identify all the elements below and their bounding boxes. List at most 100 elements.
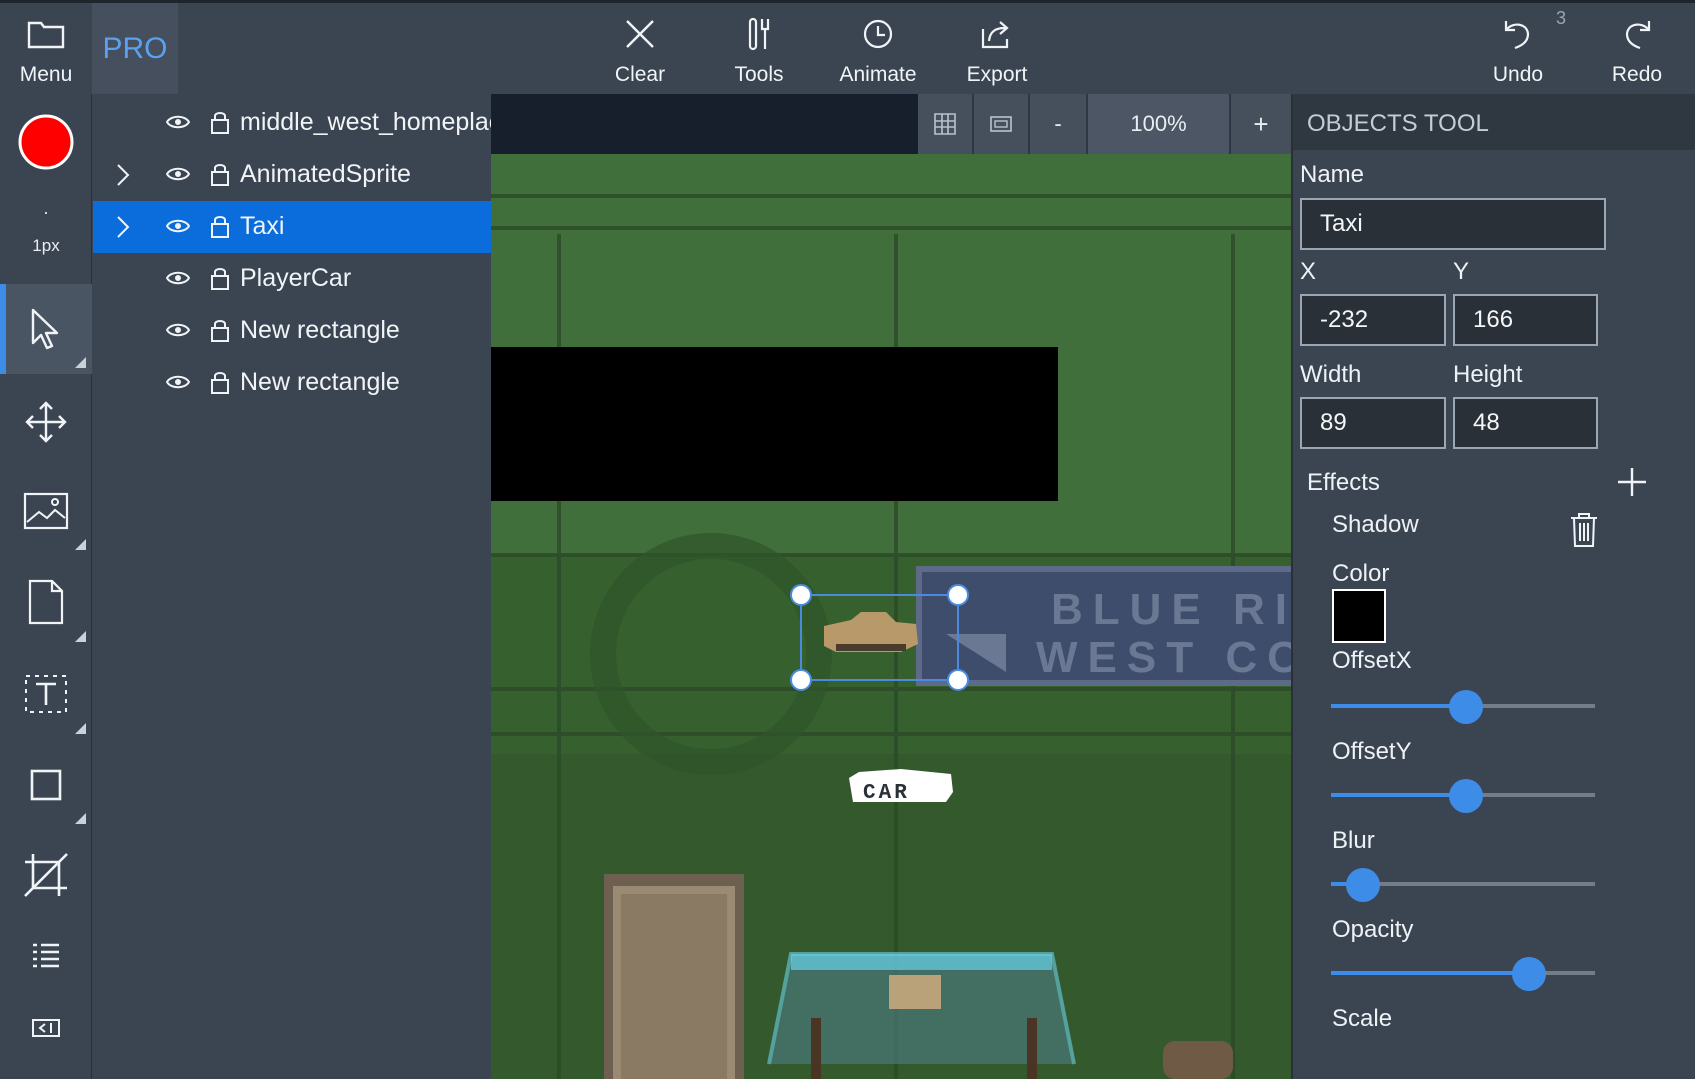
slider-label: Opacity — [1332, 916, 1414, 943]
close-icon — [624, 17, 656, 51]
image-tool[interactable] — [0, 466, 92, 556]
y-field[interactable]: 166 — [1453, 294, 1598, 346]
image-icon — [23, 492, 69, 530]
tools-icon — [746, 17, 772, 51]
slider-thumb[interactable] — [1449, 779, 1483, 813]
panel-title: OBJECTS TOOL — [1307, 110, 1489, 137]
delete-effect-button[interactable] — [1570, 512, 1598, 548]
undo-button[interactable]: Undo — [1472, 3, 1564, 94]
zoom-in-button[interactable]: + — [1231, 94, 1291, 154]
canvas[interactable]: BLUE RI WEST CO CAR — [491, 94, 1291, 1079]
width-label: Width — [1300, 361, 1362, 388]
clear-label: Clear — [614, 63, 666, 86]
lock-icon[interactable] — [210, 109, 230, 135]
list-icon — [33, 943, 59, 968]
select-tool[interactable] — [0, 284, 92, 374]
rectangle-icon — [30, 769, 62, 801]
eye-icon[interactable] — [166, 374, 190, 390]
eye-icon[interactable] — [166, 114, 190, 130]
text-tool[interactable] — [0, 648, 92, 740]
slider-thumb[interactable] — [1512, 957, 1546, 991]
effect-shadow-label: Shadow — [1332, 511, 1419, 538]
car-label: CAR — [863, 782, 910, 805]
lock-icon[interactable] — [210, 369, 230, 395]
layers-list-tool[interactable] — [0, 920, 92, 992]
layer-name: middle_west_homeplac — [240, 108, 491, 136]
layer-row[interactable]: middle_west_homeplac — [93, 97, 491, 149]
height-field[interactable]: 48 — [1453, 397, 1598, 449]
redacted-rectangle — [491, 347, 1058, 501]
layer-name: AnimatedSprite — [240, 160, 411, 188]
slider-label: OffsetY — [1332, 738, 1412, 765]
zoom-bar: - 100% + — [918, 94, 1291, 154]
clear-button[interactable]: Clear — [594, 3, 686, 94]
slider-thumb[interactable] — [1449, 690, 1483, 724]
animate-button[interactable]: Animate — [832, 3, 924, 94]
layers-panel: middle_west_homeplac AnimatedSprite Taxi Pl… — [93, 94, 491, 1079]
x-label: X — [1300, 258, 1317, 285]
share-icon — [981, 17, 1013, 51]
lock-icon[interactable] — [210, 161, 230, 187]
layer-row[interactable]: AnimatedSprite — [93, 149, 491, 201]
slider-offsetx[interactable] — [1331, 686, 1595, 726]
tools-label: Tools — [734, 63, 784, 86]
slider-label: Scale — [1332, 1005, 1393, 1032]
grid-icon — [934, 113, 956, 135]
top-toolbar: Menu Clear Tools Animate Export Undo Red… — [0, 0, 1695, 94]
move-tool[interactable] — [0, 378, 92, 466]
lock-icon[interactable] — [210, 213, 230, 239]
layer-row[interactable]: PlayerCar — [93, 253, 491, 305]
color-picker-button[interactable] — [0, 94, 92, 190]
undo-icon — [1503, 17, 1533, 51]
chevron-right-icon[interactable] — [116, 215, 130, 239]
undo-count: 3 — [1556, 8, 1567, 28]
rectangle-tool[interactable] — [0, 740, 92, 830]
menu-label: Menu — [19, 63, 73, 86]
slider-offsety[interactable] — [1331, 775, 1595, 815]
redo-icon — [1622, 17, 1652, 51]
x-field[interactable]: -232 — [1300, 294, 1446, 346]
animate-label: Animate — [839, 63, 917, 86]
eye-icon[interactable] — [166, 166, 190, 182]
shadow-color-swatch[interactable] — [1332, 589, 1386, 643]
page-tool[interactable] — [0, 556, 92, 648]
sign-line2: WEST CO — [1036, 633, 1291, 682]
menu-button[interactable]: Menu — [0, 3, 92, 94]
panel-toggle-tool[interactable] — [0, 992, 92, 1064]
zoom-level[interactable]: 100% — [1088, 94, 1231, 154]
slider-opacity[interactable] — [1331, 953, 1595, 993]
chevron-right-icon[interactable] — [116, 163, 130, 187]
lock-icon[interactable] — [210, 317, 230, 343]
layer-row[interactable]: New rectangle — [93, 357, 491, 409]
slider-blur[interactable] — [1331, 864, 1595, 904]
clock-icon — [862, 17, 894, 51]
tools-button[interactable]: Tools — [713, 3, 805, 94]
redo-button[interactable]: Redo — [1591, 3, 1683, 94]
color-swatch-icon — [18, 114, 74, 170]
eye-icon[interactable] — [166, 218, 190, 234]
layer-row[interactable]: Taxi — [93, 201, 491, 253]
pixel-art-scene: BLUE RI WEST CO CAR — [491, 94, 1291, 1079]
slider-label: Blur — [1332, 827, 1375, 854]
layer-row[interactable]: New rectangle — [93, 305, 491, 357]
document-icon — [28, 579, 64, 625]
crop-tool[interactable] — [0, 830, 92, 920]
zoom-out-button[interactable]: - — [1030, 94, 1088, 154]
width-field[interactable]: 89 — [1300, 397, 1446, 449]
name-field[interactable]: Taxi — [1300, 198, 1606, 250]
grid-toggle-button[interactable] — [918, 94, 974, 154]
lock-icon[interactable] — [210, 265, 230, 291]
slider-thumb[interactable] — [1346, 868, 1380, 902]
eye-icon[interactable] — [166, 322, 190, 338]
crop-icon — [24, 853, 68, 897]
eye-icon[interactable] — [166, 270, 190, 286]
collapse-panel-icon — [32, 1019, 60, 1037]
frame-icon — [990, 116, 1012, 132]
slider-label: OffsetX — [1332, 647, 1412, 674]
export-button[interactable]: Export — [951, 3, 1043, 94]
pro-badge[interactable]: PRO — [92, 3, 178, 94]
frame-toggle-button[interactable] — [974, 94, 1030, 154]
add-effect-button[interactable] — [1617, 467, 1647, 497]
tool-strip: 1px — [0, 94, 92, 1079]
brush-size-button[interactable]: 1px — [0, 190, 92, 278]
